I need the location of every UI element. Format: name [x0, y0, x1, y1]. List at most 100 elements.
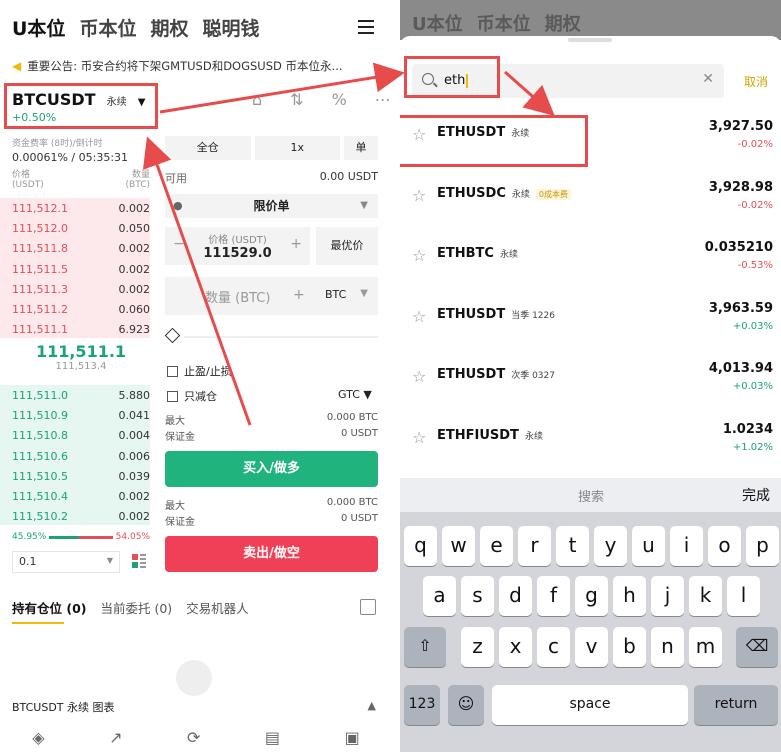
- key-t[interactable]: t: [556, 526, 589, 566]
- sell-short-button[interactable]: 卖出/做空: [165, 536, 378, 572]
- keyboard-done-button[interactable]: 完成: [742, 485, 770, 505]
- time-in-force-select[interactable]: GTC ▼: [338, 388, 372, 401]
- key-g[interactable]: g: [575, 576, 608, 616]
- key-a[interactable]: a: [423, 576, 456, 616]
- key-z[interactable]: z: [461, 627, 494, 667]
- sheet-handle[interactable]: [568, 38, 612, 42]
- key-w[interactable]: w: [442, 526, 475, 566]
- ask-row[interactable]: 111,511.2 0.060: [12, 299, 150, 319]
- cancel-button[interactable]: 取消: [744, 73, 768, 90]
- orderbook-layout-icon[interactable]: [132, 554, 146, 568]
- star-icon[interactable]: ☆: [412, 186, 426, 205]
- key-d[interactable]: d: [499, 576, 532, 616]
- key-o[interactable]: o: [708, 526, 741, 566]
- home-icon[interactable]: ◈: [32, 728, 44, 747]
- margin-mode-button[interactable]: 全仓: [165, 136, 251, 160]
- bid-row[interactable]: 111,510.8 0.004: [12, 426, 150, 446]
- amount-slider[interactable]: [184, 336, 378, 338]
- gift-icon[interactable]: ⌂: [252, 90, 262, 109]
- ask-row[interactable]: 111,512.1 0.002: [12, 198, 150, 218]
- tab-positions[interactable]: 持有仓位 (0): [12, 598, 86, 617]
- key-f[interactable]: f: [537, 576, 570, 616]
- ask-row[interactable]: 111,511.3 0.002: [12, 279, 150, 299]
- price-input[interactable]: − 价格 (USDT) 111529.0 +: [165, 227, 310, 265]
- key-y[interactable]: y: [594, 526, 627, 566]
- position-mode-button[interactable]: 单: [344, 136, 378, 160]
- tab-open-orders[interactable]: 当前委托 (0): [100, 598, 172, 617]
- slider-handle[interactable]: [164, 327, 181, 344]
- announcement-bar[interactable]: ◀ 重要公告: 币安合约将下架GMTUSD和DOGSUSD 币本位永...: [12, 58, 382, 74]
- best-price-button[interactable]: 最优价: [316, 227, 378, 265]
- chart-drawer[interactable]: BTCUSDT 永续 图表 ▲: [12, 699, 376, 715]
- futures-icon[interactable]: ▤: [265, 728, 280, 747]
- tpsl-checkbox[interactable]: 止盈/止损: [167, 363, 232, 379]
- percent-icon[interactable]: %: [332, 90, 347, 109]
- key-m[interactable]: m: [689, 627, 722, 667]
- key-p[interactable]: p: [746, 526, 779, 566]
- tab-coinm[interactable]: 币本位: [79, 14, 136, 41]
- search-result-item[interactable]: ☆ ETHBTC 永续 0.035210 -0.53%: [400, 232, 781, 292]
- numbers-key[interactable]: 123: [404, 685, 440, 725]
- emoji-key[interactable]: ☺: [448, 685, 484, 725]
- trade-icon[interactable]: ⟳: [187, 728, 200, 747]
- key-x[interactable]: x: [499, 627, 532, 667]
- key-s[interactable]: s: [461, 576, 494, 616]
- key-i[interactable]: i: [670, 526, 703, 566]
- star-icon[interactable]: ☆: [412, 307, 426, 326]
- info-icon[interactable]: ●: [173, 194, 183, 218]
- key-c[interactable]: c: [537, 627, 570, 667]
- menu-icon[interactable]: [358, 20, 374, 34]
- ask-row[interactable]: 111,512.0 0.050: [12, 218, 150, 238]
- bid-row[interactable]: 111,510.6 0.006: [12, 446, 150, 466]
- key-q[interactable]: q: [404, 526, 437, 566]
- plus-icon[interactable]: +: [293, 287, 305, 303]
- clear-icon[interactable]: ✕: [702, 71, 714, 87]
- leverage-button[interactable]: 1x: [254, 136, 340, 160]
- qty-unit[interactable]: BTC: [325, 288, 346, 301]
- key-j[interactable]: j: [651, 576, 684, 616]
- key-v[interactable]: v: [575, 627, 608, 667]
- wallet-icon[interactable]: ▣: [345, 728, 360, 747]
- key-k[interactable]: k: [689, 576, 722, 616]
- history-icon[interactable]: [360, 599, 376, 615]
- star-icon[interactable]: ☆: [412, 428, 426, 447]
- minus-icon[interactable]: −: [173, 236, 185, 252]
- ask-row[interactable]: 111,511.1 6.923: [12, 320, 150, 340]
- space-key[interactable]: space: [492, 685, 688, 725]
- ask-row[interactable]: 111,511.5 0.002: [12, 259, 150, 279]
- more-icon[interactable]: ⋯: [375, 90, 391, 109]
- chart-icon[interactable]: ⇅: [290, 90, 303, 109]
- star-icon[interactable]: ☆: [412, 246, 426, 265]
- search-result-item[interactable]: ☆ ETHUSDT 当季 1226 3,963.59 +0.03%: [400, 293, 781, 353]
- markets-icon[interactable]: ↗: [109, 728, 122, 747]
- bid-row[interactable]: 111,510.2 0.002: [12, 507, 150, 527]
- bid-row[interactable]: 111,510.9 0.041: [12, 405, 150, 425]
- quantity-input[interactable]: 数量 (BTC) + BTC ▼: [165, 277, 378, 315]
- key-n[interactable]: n: [651, 627, 684, 667]
- bid-row[interactable]: 111,511.0 5.880: [12, 385, 150, 405]
- shift-key[interactable]: ⇧: [404, 627, 446, 667]
- search-result-item[interactable]: ☆ ETHUSDT 次季 0327 4,013.94 +0.03%: [400, 353, 781, 413]
- key-r[interactable]: r: [518, 526, 551, 566]
- bid-row[interactable]: 111,510.5 0.039: [12, 466, 150, 486]
- search-result-item[interactable]: ☆ ETHUSDC 永续 0成本费 3,928.98 -0.02%: [400, 172, 781, 232]
- key-b[interactable]: b: [613, 627, 646, 667]
- order-type-select[interactable]: ● 限价单 ▼: [165, 194, 378, 218]
- return-key[interactable]: return: [694, 685, 778, 725]
- key-u[interactable]: u: [632, 526, 665, 566]
- tab-bots[interactable]: 交易机器人: [186, 598, 249, 617]
- depth-select[interactable]: 0.1 ▼: [12, 551, 120, 573]
- key-l[interactable]: l: [727, 576, 760, 616]
- key-e[interactable]: e: [480, 526, 513, 566]
- ask-row[interactable]: 111,511.8 0.002: [12, 239, 150, 259]
- plus-icon[interactable]: +: [290, 236, 302, 252]
- backspace-key[interactable]: ⌫: [736, 627, 778, 667]
- tab-smart-money[interactable]: 聪明钱: [202, 14, 259, 41]
- buy-long-button[interactable]: 买入/做多: [165, 451, 378, 487]
- star-icon[interactable]: ☆: [412, 367, 426, 386]
- key-h[interactable]: h: [613, 576, 646, 616]
- search-result-item[interactable]: ☆ ETHFIUSDT 永续 1.0234 +1.02%: [400, 414, 781, 474]
- tab-usdm[interactable]: U本位: [12, 14, 65, 41]
- bid-row[interactable]: 111,510.4 0.002: [12, 486, 150, 506]
- tab-options[interactable]: 期权: [150, 14, 188, 41]
